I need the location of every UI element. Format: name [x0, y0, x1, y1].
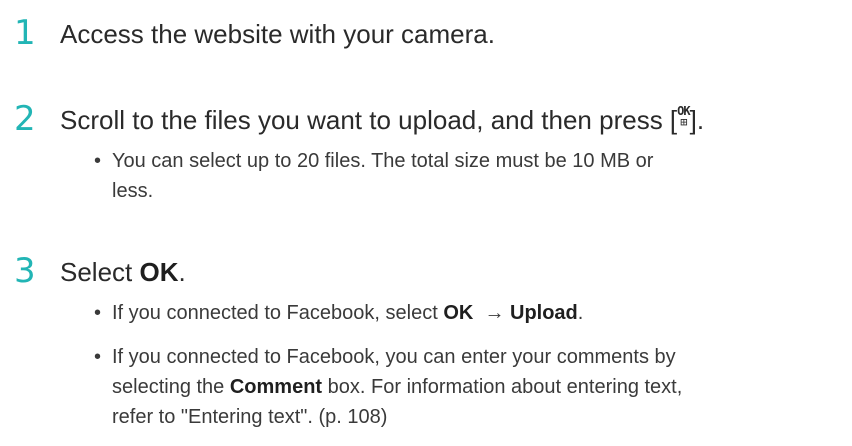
bullet-dot: •: [94, 302, 102, 324]
bullet-dot: •: [94, 150, 102, 172]
step-text-before: Scroll to the files you want to upload, …: [60, 105, 678, 135]
step-number: 2: [14, 99, 36, 139]
bullet-line: refer to "Entering text". (p. 108): [112, 406, 388, 428]
step-text-after: .: [178, 257, 186, 287]
step-text: Access the website with your camera.: [60, 19, 495, 49]
bullet-line: selecting the: [112, 376, 230, 398]
step-number: 3: [14, 251, 36, 291]
step-text-before: Select: [60, 257, 140, 287]
bullet-text-bold: OK: [443, 302, 474, 324]
ok-button-icon: OK ⊞: [677, 105, 690, 129]
bullet-text: You can select up to 20 files. The total…: [112, 146, 842, 206]
bullet-line: box. For information about entering text…: [322, 376, 683, 398]
bullet-text-bold: Comment: [229, 376, 323, 398]
bullet-line: If you connected to Facebook, you can en…: [112, 346, 676, 368]
arrow-icon: →: [484, 302, 505, 324]
bullet-text: If you connected to Facebook, you can en…: [112, 342, 842, 432]
bullet-dot: •: [94, 346, 102, 368]
ok-icon-glyph: ⊞: [680, 115, 687, 129]
bullet-line: You can select up to 20 files. The total…: [112, 150, 654, 172]
step-text-bold: OK: [139, 257, 179, 287]
bullet-text-bold: Upload: [510, 302, 578, 324]
step-text-after: ].: [689, 105, 705, 135]
bullet-text-after: .: [577, 302, 584, 324]
bullet-text: If you connected to Facebook, select OK …: [112, 298, 842, 328]
bullet-line: less.: [112, 180, 154, 202]
step-text: Scroll to the files you want to upload, …: [60, 104, 704, 136]
bullet-text-before: If you connected to Facebook, select: [112, 302, 444, 324]
step-text: Select OK.: [60, 256, 186, 288]
step-number: 1: [14, 13, 36, 53]
